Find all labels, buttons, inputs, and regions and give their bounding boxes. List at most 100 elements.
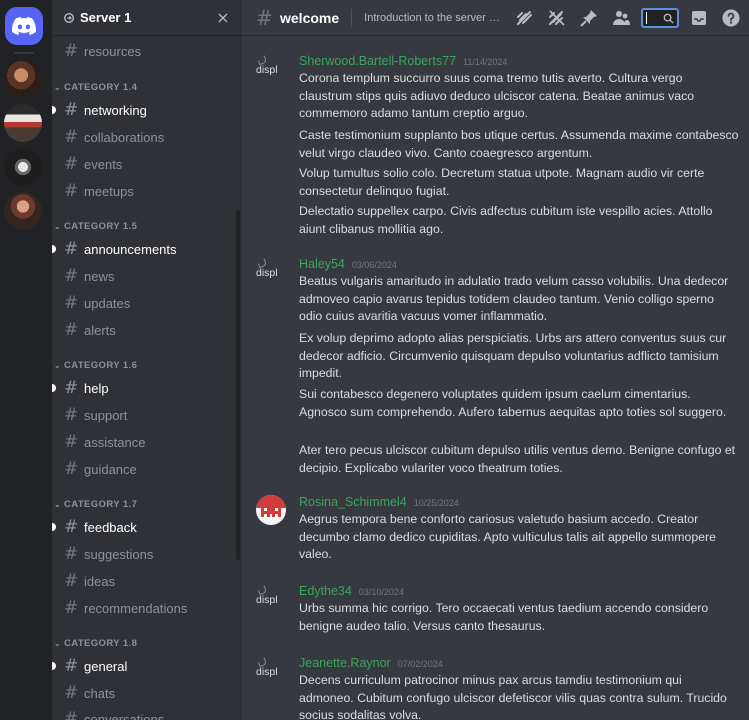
- username[interactable]: Sherwood.Bartell-Roberts77: [299, 54, 456, 68]
- category-header[interactable]: ⌄ CATEGORY 1.5: [54, 218, 137, 234]
- category-label: CATEGORY 1.5: [64, 220, 138, 232]
- close-icon[interactable]: ×: [216, 8, 230, 27]
- server-avatar-2[interactable]: [4, 104, 42, 142]
- channel-support[interactable]: # support: [60, 403, 236, 427]
- discord-home-button[interactable]: [5, 7, 43, 45]
- message-text: Delectatio suppellex carpo. Civis adfect…: [299, 204, 713, 236]
- avatar-image: [256, 495, 286, 517]
- channel-help[interactable]: # help: [52, 376, 236, 400]
- channel-ideas[interactable]: # ideas: [60, 569, 236, 593]
- avatar[interactable]: [256, 495, 286, 525]
- avatar[interactable]: displ: [256, 54, 286, 84]
- channel-label: resources: [84, 43, 142, 59]
- avatar[interactable]: displ: [256, 257, 286, 287]
- channel-header: # welcome Introduction to the server and…: [242, 0, 749, 36]
- hash-icon: #: [64, 41, 79, 61]
- timestamp: 10/25/2024: [413, 498, 459, 508]
- server-header[interactable]: Server 1 ×: [52, 0, 242, 36]
- channel-label: help: [84, 380, 109, 396]
- channel-collaborations[interactable]: # collaborations: [60, 125, 236, 149]
- channel-events[interactable]: # events: [60, 152, 236, 176]
- channel-conversations[interactable]: # conversations: [60, 707, 236, 720]
- channel-label: news: [84, 268, 115, 284]
- discord-logo-icon: [12, 17, 36, 35]
- message-header: Sherwood.Bartell-Roberts77 11/14/2024: [299, 54, 507, 68]
- channel-alerts[interactable]: # alerts: [60, 318, 236, 342]
- hash-icon: #: [64, 154, 79, 174]
- header-divider: [351, 8, 353, 27]
- server-avatar-4[interactable]: [4, 192, 42, 230]
- channel-label: suggestions: [84, 546, 154, 562]
- chevron-down-icon: ⌄: [54, 360, 62, 370]
- channel-label: updates: [84, 295, 131, 311]
- username[interactable]: Jeanette.Raynor: [299, 656, 391, 670]
- message-text: Decens curriculum patrocinor minus pax a…: [299, 673, 727, 720]
- server-avatar-3[interactable]: [4, 148, 42, 186]
- username[interactable]: Rosina_Schimmel4: [299, 495, 407, 509]
- avatar-alt-text: displ: [256, 594, 278, 606]
- avatar-alt-text: displ: [256, 64, 278, 76]
- channel-label: announcements: [84, 241, 177, 257]
- channel-label: collaborations: [84, 129, 165, 145]
- threads-icon[interactable]: [513, 6, 537, 30]
- message-text: Corona templum succurro suus coma tremo …: [299, 71, 695, 120]
- message-text: Urbs summa hic corrigo. Tero occaecati v…: [299, 601, 709, 633]
- hash-icon: #: [64, 432, 79, 452]
- avatar-alt-text: displ: [256, 267, 278, 279]
- category-header[interactable]: ⌄ CATEGORY 1.6: [54, 357, 137, 373]
- channel-topic[interactable]: Introduction to the server and its rules: [364, 12, 502, 24]
- channel-meetups[interactable]: # meetups: [60, 179, 236, 203]
- search-input[interactable]: [641, 8, 679, 28]
- username[interactable]: Edythe34: [299, 584, 352, 598]
- hash-icon: #: [64, 517, 79, 537]
- channel-label: events: [84, 156, 123, 172]
- unread-indicator: [52, 662, 56, 670]
- channel-networking[interactable]: # networking: [52, 98, 236, 122]
- channel-chats[interactable]: # chats: [60, 681, 236, 705]
- server-dropdown-icon: [64, 12, 78, 23]
- channel-label: ideas: [84, 573, 116, 589]
- chat-area: # welcome Introduction to the server an d…: [242, 0, 749, 720]
- category-label: CATEGORY 1.8: [64, 637, 138, 649]
- hash-icon: #: [64, 405, 79, 425]
- hash-icon: #: [64, 320, 79, 340]
- sidebar-scrollbar[interactable]: [236, 210, 240, 560]
- channel-general[interactable]: # general: [52, 654, 236, 678]
- header-toolbar: [505, 6, 743, 30]
- hash-icon: #: [64, 656, 79, 676]
- avatar[interactable]: displ: [256, 656, 286, 686]
- help-icon[interactable]: [719, 6, 743, 30]
- hash-icon: #: [64, 266, 79, 286]
- message-text: Volup tumultus solio colo. Decretum stat…: [299, 166, 705, 198]
- inbox-icon[interactable]: [687, 6, 711, 30]
- channel-recommendations[interactable]: # recommendations: [60, 596, 236, 620]
- channel-resources[interactable]: # resources: [60, 39, 236, 63]
- avatar[interactable]: displ: [256, 584, 286, 614]
- chevron-down-icon: ⌄: [54, 221, 62, 231]
- channel-label: networking: [84, 102, 147, 118]
- username[interactable]: Haley54: [299, 257, 345, 271]
- category-header[interactable]: ⌄ CATEGORY 1.7: [54, 496, 137, 512]
- channel-announcements[interactable]: # announcements: [52, 237, 236, 261]
- channel-feedback[interactable]: # feedback: [52, 515, 236, 539]
- category-header[interactable]: ⌄ CATEGORY 1.4: [54, 79, 137, 95]
- message-header: Rosina_Schimmel4 10/25/2024: [299, 495, 459, 509]
- channel-updates[interactable]: # updates: [60, 291, 236, 315]
- channel-assistance[interactable]: # assistance: [60, 430, 236, 454]
- pin-icon[interactable]: [577, 6, 601, 30]
- timestamp: 11/14/2024: [463, 57, 508, 67]
- timestamp: 03/06/2024: [351, 260, 397, 270]
- server-avatar-1[interactable]: [4, 60, 42, 98]
- timestamp: 07/02/2024: [397, 659, 443, 669]
- members-icon[interactable]: [609, 6, 633, 30]
- channel-guidance[interactable]: # guidance: [60, 457, 236, 481]
- channel-label: feedback: [84, 519, 137, 535]
- channel-label: alerts: [84, 322, 116, 338]
- channel-suggestions[interactable]: # suggestions: [60, 542, 236, 566]
- category-header[interactable]: ⌄ CATEGORY 1.8: [54, 635, 137, 651]
- hash-icon: #: [64, 239, 79, 259]
- mute-icon[interactable]: [545, 6, 569, 30]
- channel-news[interactable]: # news: [60, 264, 236, 288]
- avatar-alt-text: displ: [256, 666, 278, 678]
- chevron-down-icon: ⌄: [54, 82, 62, 92]
